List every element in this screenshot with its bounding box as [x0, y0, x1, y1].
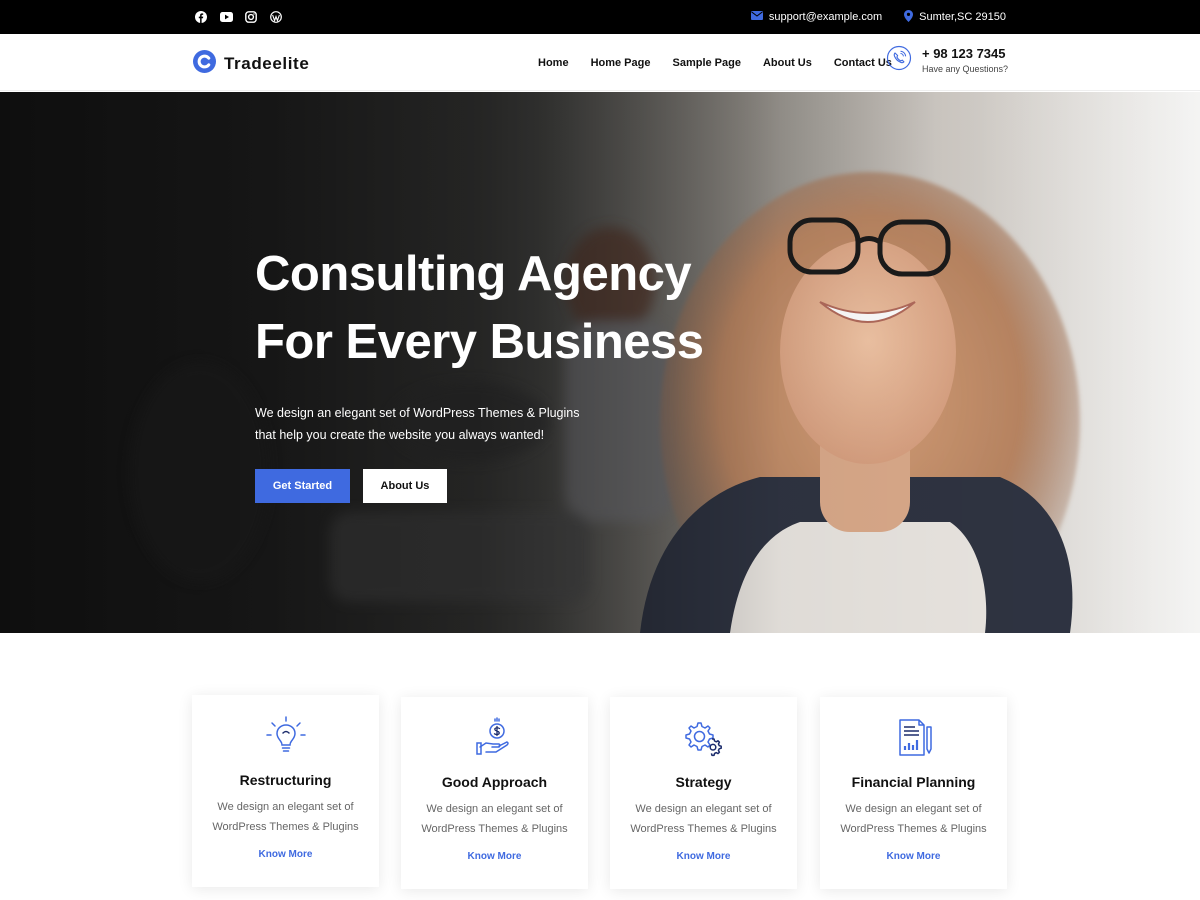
know-more-link[interactable]: Know More [610, 851, 797, 862]
envelope-icon [750, 11, 763, 23]
about-us-button[interactable]: About Us [363, 469, 447, 503]
hero-content: Consulting Agency For Every Business We … [255, 240, 735, 503]
email-item[interactable]: support@example.com [750, 11, 882, 23]
hero-title: Consulting Agency For Every Business [255, 247, 704, 369]
service-title: Restructuring [239, 772, 332, 788]
service-card-good-approach: Good Approach We design an elegant set o… [401, 697, 588, 889]
service-description: We design an elegant set of WordPress Th… [421, 803, 568, 835]
facebook-icon[interactable] [193, 9, 209, 25]
service-title: Good Approach [441, 774, 548, 790]
hero-description: We design an elegant set of WordPress Th… [255, 406, 580, 442]
email-text[interactable]: support@example.com [769, 11, 882, 23]
know-more-link[interactable]: Know More [192, 849, 379, 860]
know-more-link[interactable]: Know More [820, 851, 1007, 862]
nav-sample-page[interactable]: Sample Page [672, 57, 740, 69]
service-card-strategy: Strategy We design an elegant set of Wor… [610, 697, 797, 889]
hero-section: Consulting Agency For Every Business We … [0, 92, 1200, 633]
nav-contact-us[interactable]: Contact Us [834, 57, 892, 69]
phone-text: + 98 123 7345 Have any Questions? [922, 46, 1008, 76]
service-title: Strategy [675, 774, 732, 790]
phone-subtitle: Have any Questions? [922, 63, 1009, 74]
site-header: Tradeelite Home Home Page Sample Page Ab… [0, 34, 1200, 91]
service-description: We design an elegant set of WordPress Th… [840, 803, 987, 835]
service-card-restructuring: Restructuring We design an elegant set o… [192, 695, 379, 887]
social-links [193, 9, 284, 25]
know-more-link[interactable]: Know More [401, 851, 588, 862]
main-nav: Home Home Page Sample Page About Us Cont… [538, 34, 892, 91]
service-card-financial-planning: Financial Planning We design an elegant … [820, 697, 1007, 889]
top-bar: support@example.com Sumter,SC 29150 [0, 0, 1200, 34]
logo-icon [193, 50, 216, 78]
service-description: We design an elegant set of WordPress Th… [630, 803, 777, 835]
phone-number[interactable]: + 98 123 7345 [922, 46, 1008, 62]
service-title: Financial Planning [851, 774, 976, 790]
gears-icon [683, 717, 725, 759]
services-section: Restructuring We design an elegant set o… [192, 695, 1008, 889]
service-description: We design an elegant set of WordPress Th… [212, 801, 359, 833]
site-logo[interactable]: Tradeelite [193, 50, 309, 78]
nav-home[interactable]: Home [538, 57, 569, 69]
logo-text: Tradeelite [224, 54, 310, 73]
youtube-icon[interactable] [218, 9, 234, 25]
address-text: Sumter,SC 29150 [919, 11, 1006, 23]
money-hand-icon [474, 717, 516, 759]
phone-call-icon [886, 45, 912, 76]
map-pin-icon [904, 9, 914, 25]
hero-buttons: Get Started About Us [255, 469, 735, 503]
contact-info: support@example.com Sumter,SC 29150 [750, 0, 1006, 34]
instagram-icon[interactable] [243, 9, 259, 25]
address-item: Sumter,SC 29150 [904, 9, 1006, 25]
get-started-button[interactable]: Get Started [255, 469, 350, 503]
nav-home-page[interactable]: Home Page [591, 57, 651, 69]
nav-about-us[interactable]: About Us [763, 57, 812, 69]
wordpress-icon[interactable] [268, 9, 284, 25]
lightbulb-icon [265, 715, 307, 757]
report-document-icon [893, 717, 935, 759]
phone-block[interactable]: + 98 123 7345 Have any Questions? [886, 45, 1008, 76]
